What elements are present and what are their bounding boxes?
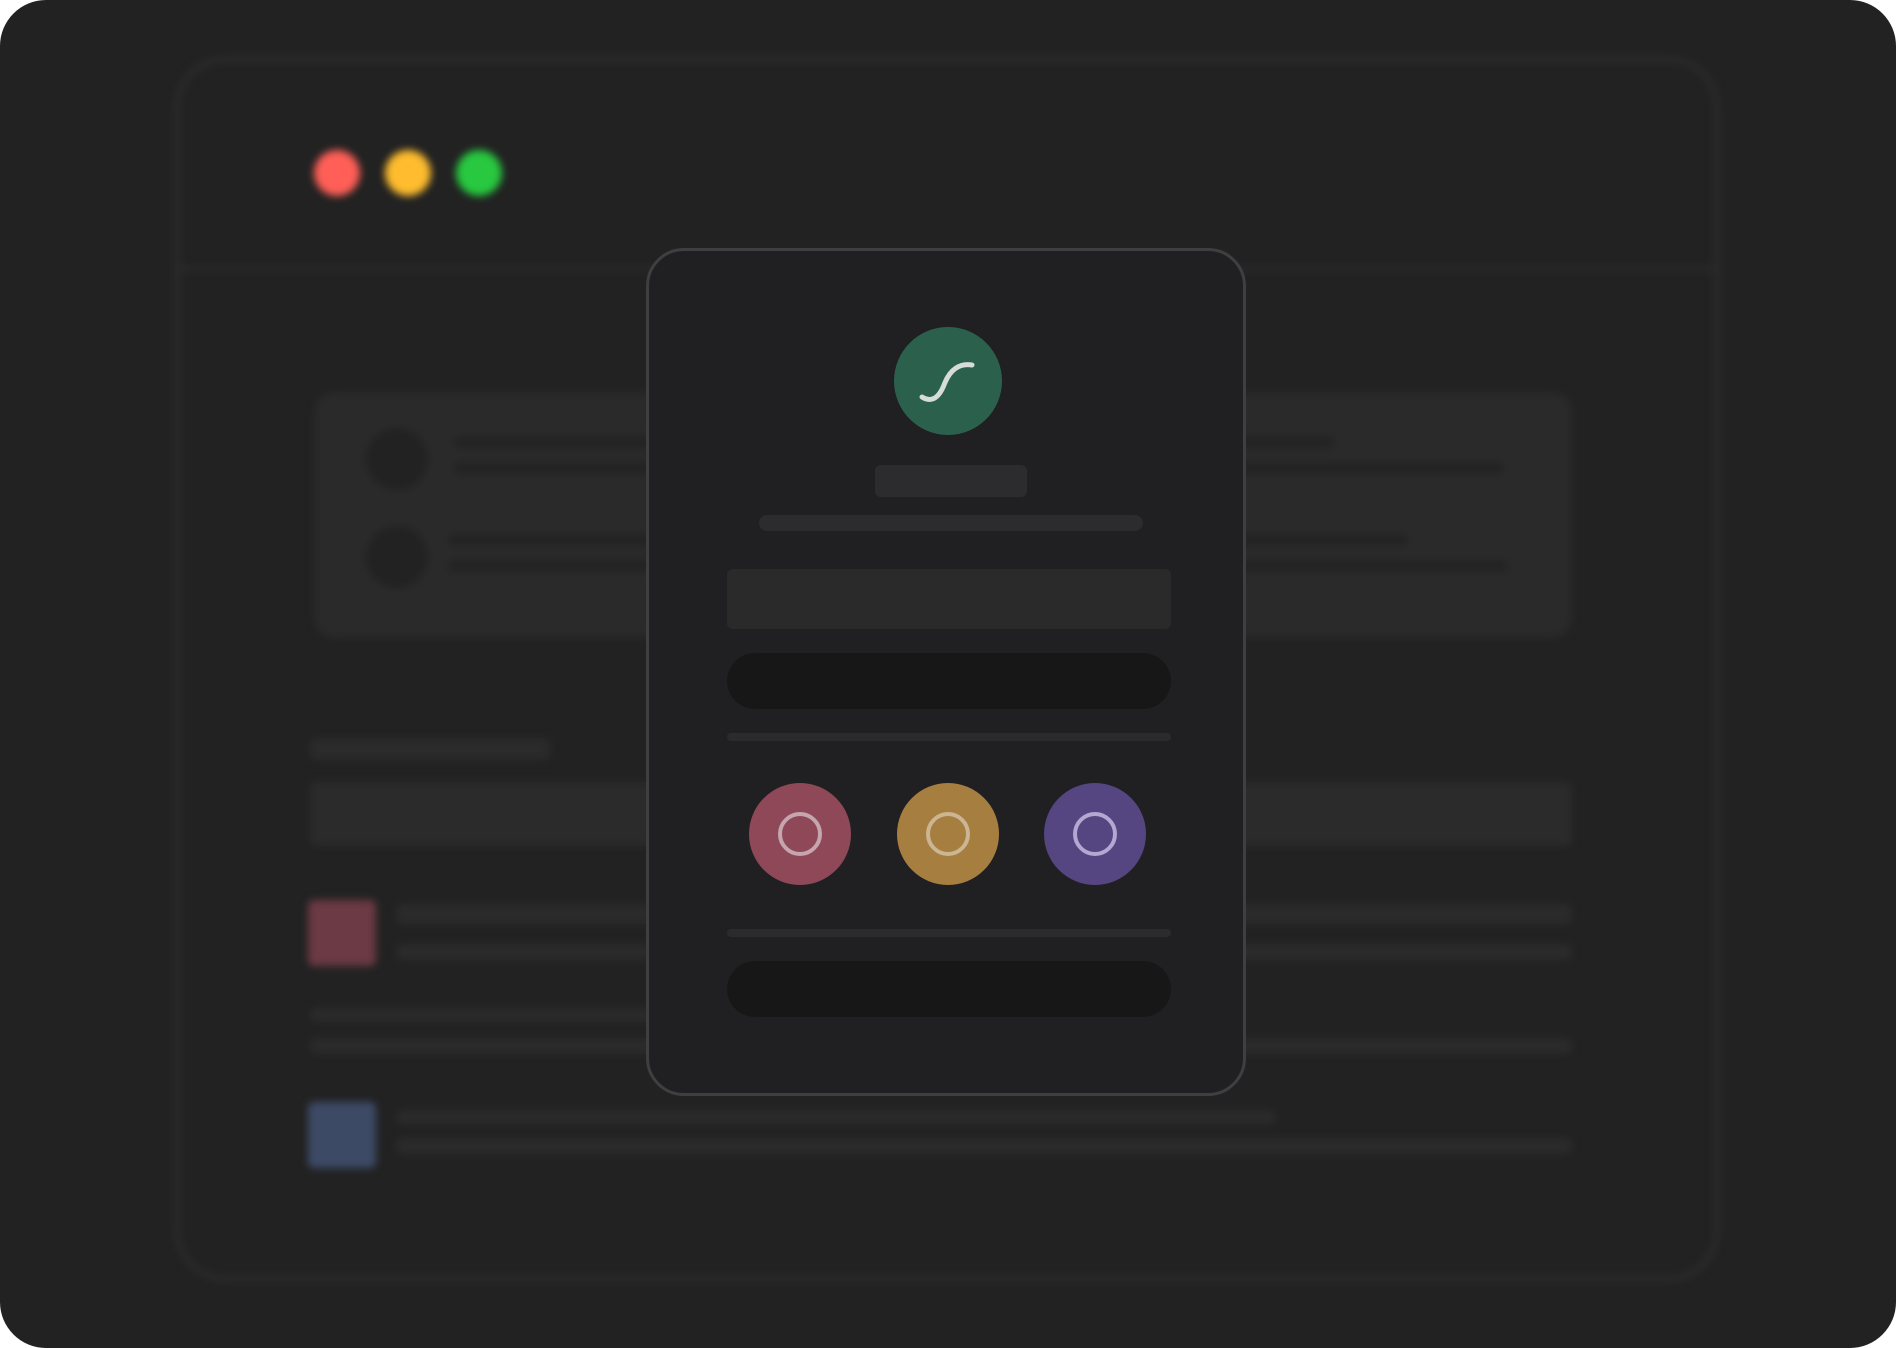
circle-outline-icon [1073, 812, 1117, 856]
attachment-thumbnail [308, 900, 376, 966]
curve-icon [919, 362, 975, 402]
screen-frame [0, 0, 1896, 1348]
circle-outline-icon [926, 812, 970, 856]
app-logo [894, 327, 1002, 435]
text-input[interactable] [727, 569, 1171, 629]
secondary-button[interactable] [727, 961, 1171, 1017]
attachment-line [396, 1138, 1572, 1154]
option-amber-button[interactable] [897, 783, 999, 885]
avatar [366, 526, 428, 588]
option-purple-button[interactable] [1044, 783, 1146, 885]
primary-button[interactable] [727, 653, 1171, 709]
background-titlebar [180, 62, 1714, 271]
close-window-button[interactable] [314, 150, 360, 196]
attachment-thumbnail [308, 1102, 376, 1168]
avatar [366, 428, 428, 490]
divider [727, 733, 1171, 741]
dialog [646, 248, 1246, 1096]
circle-outline-icon [778, 812, 822, 856]
attachment-line [396, 1110, 1276, 1124]
dialog-subtitle [759, 515, 1143, 531]
option-red-button[interactable] [749, 783, 851, 885]
background-section-label [310, 738, 550, 760]
divider [727, 929, 1171, 937]
dialog-title [875, 465, 1027, 497]
maximize-window-button[interactable] [456, 150, 502, 196]
minimize-window-button[interactable] [385, 150, 431, 196]
